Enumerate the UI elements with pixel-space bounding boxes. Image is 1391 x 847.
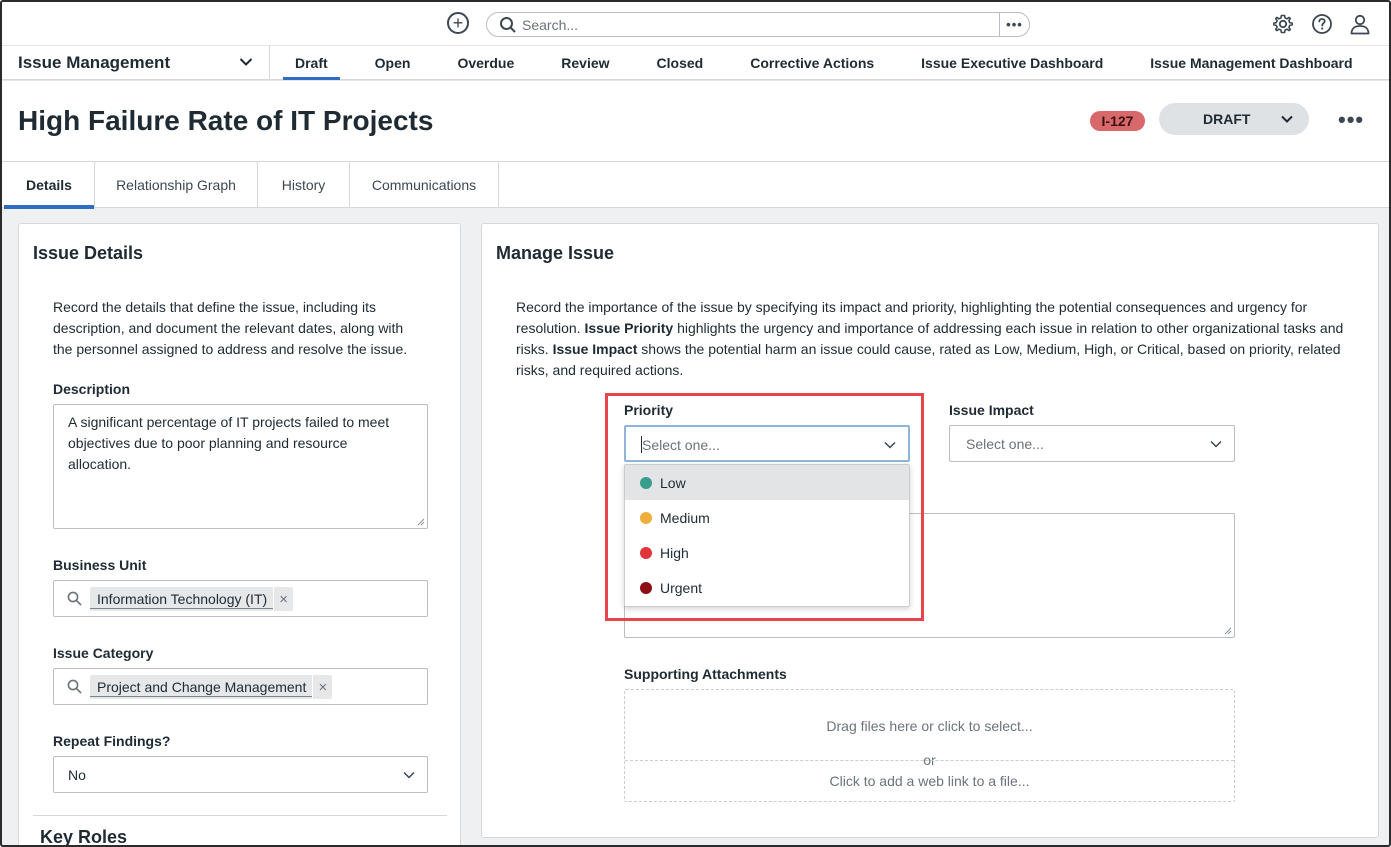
chip-label: Information Technology (IT) [90,590,274,609]
resize-handle-icon[interactable] [1224,627,1232,635]
search-input[interactable]: Search... [522,17,578,33]
tab-communications[interactable]: Communications [350,162,499,208]
nav-tab-closed[interactable]: Closed [645,46,716,80]
priority-option-urgent[interactable]: Urgent [625,570,909,605]
app-switcher[interactable]: Issue Management [2,46,270,80]
priority-option-medium[interactable]: Medium [625,500,909,535]
remove-chip-icon[interactable]: × [273,587,293,611]
nav-bar: Issue Management Draft Open Overdue Revi… [2,46,1389,80]
more-actions-button[interactable]: ••• [1338,107,1364,133]
priority-option-high[interactable]: High [625,535,909,570]
nav-tab-issue-executive-dashboard[interactable]: Issue Executive Dashboard [909,46,1115,80]
record-id-badge: I-127 [1090,111,1145,131]
search-icon [500,17,516,33]
tab-details[interactable]: Details [4,162,95,209]
tab-history[interactable]: History [258,162,350,208]
workflow-tabs: Draft Open Overdue Review Closed Correct… [283,46,1388,80]
priority-option-low[interactable]: Low [625,465,909,500]
priority-select[interactable]: Select one... [624,425,910,462]
section-intro: Record the details that define the issue… [53,299,408,357]
priority-label: Priority [624,402,674,418]
repeat-findings-label: Repeat Findings? [53,733,171,749]
add-icon[interactable]: + [447,12,469,34]
intro-term-impact: Issue Impact [552,341,638,357]
repeat-findings-value: No [68,767,86,783]
issue-details-panel: Issue Details Record the details that de… [18,223,461,847]
help-icon[interactable] [1311,13,1333,35]
nav-tab-issue-management-dashboard[interactable]: Issue Management Dashboard [1138,46,1364,80]
user-icon[interactable] [1349,13,1371,35]
description-label: Description [53,381,131,397]
chevron-down-icon [884,441,896,449]
app-name: Issue Management [18,53,171,72]
issue-category-field[interactable]: Project and Change Management × [53,668,428,705]
priority-placeholder: Select one... [642,437,720,453]
option-label: Low [660,474,686,491]
issue-category-label: Issue Category [53,645,154,661]
repeat-findings-select[interactable]: No [53,756,428,793]
description-value: A significant percentage of IT projects … [68,414,390,472]
issue-impact-label: Issue Impact [949,402,1034,418]
add-web-link-button[interactable]: Click to add a web link to a file... [625,760,1234,802]
search-bar[interactable]: Search... ••• [486,12,1030,37]
section-heading: Manage Issue [496,243,615,263]
web-link-text: Click to add a web link to a file... [829,773,1030,789]
medium-dot-icon [640,511,652,524]
nav-tab-overdue[interactable]: Overdue [445,46,526,80]
search-icon [67,591,82,606]
supporting-attachments-label: Supporting Attachments [624,666,787,682]
resize-handle-icon[interactable] [417,518,425,526]
remove-chip-icon[interactable]: × [312,675,332,699]
nav-tab-review[interactable]: Review [549,46,621,80]
chevron-down-icon [1210,440,1222,448]
low-dot-icon [640,476,652,489]
search-icon [67,679,82,694]
status-label: DRAFT [1203,111,1251,127]
priority-dropdown-menu: Low Medium High Urgent [624,464,910,607]
chip-label: Project and Change Management [90,678,313,697]
business-unit-field[interactable]: Information Technology (IT) × [53,580,428,617]
tab-relationship-graph[interactable]: Relationship Graph [95,162,258,208]
issue-impact-select[interactable]: Select one... [949,425,1235,462]
page-title: High Failure Rate of IT Projects [18,105,434,136]
nav-tab-draft[interactable]: Draft [283,46,340,80]
issue-impact-placeholder: Select one... [966,436,1044,452]
record-tabs: Details Relationship Graph History Commu… [2,162,1389,209]
description-field[interactable]: A significant percentage of IT projects … [53,404,428,529]
section-heading: Issue Details [33,243,144,263]
drag-files-text: Drag files here or click to select... [826,718,1033,734]
selected-chip: Information Technology (IT) × [90,587,294,611]
search-more-button[interactable]: ••• [999,13,1029,36]
attachments-dropzone[interactable]: Drag files here or click to select... or… [624,689,1235,802]
workflow-status-button[interactable]: DRAFT [1159,103,1309,135]
section-intro: Record the importance of the issue by sp… [516,297,1351,381]
gear-icon[interactable] [1272,13,1294,35]
chevron-down-icon [239,58,253,66]
nav-tab-corrective-actions[interactable]: Corrective Actions [738,46,886,80]
selected-chip: Project and Change Management × [90,675,333,699]
top-bar: + Search... ••• [2,2,1389,46]
app-window: + Search... ••• Issue Management Draft O… [0,0,1391,847]
intro-text: shows the potential harm an issue could … [516,341,1341,378]
key-roles-heading: Key Roles [40,827,128,847]
business-unit-label: Business Unit [53,557,147,573]
option-label: High [660,544,689,561]
urgent-dot-icon [640,581,652,594]
nav-tab-open[interactable]: Open [363,46,423,80]
section-divider [33,815,447,816]
high-dot-icon [640,546,652,559]
record-header: High Failure Rate of IT Projects I-127 D… [2,81,1389,162]
chevron-down-icon [403,771,415,779]
option-label: Urgent [660,579,703,596]
chevron-down-icon [1281,115,1293,123]
option-label: Medium [660,509,710,526]
intro-term-priority: Issue Priority [584,320,674,336]
